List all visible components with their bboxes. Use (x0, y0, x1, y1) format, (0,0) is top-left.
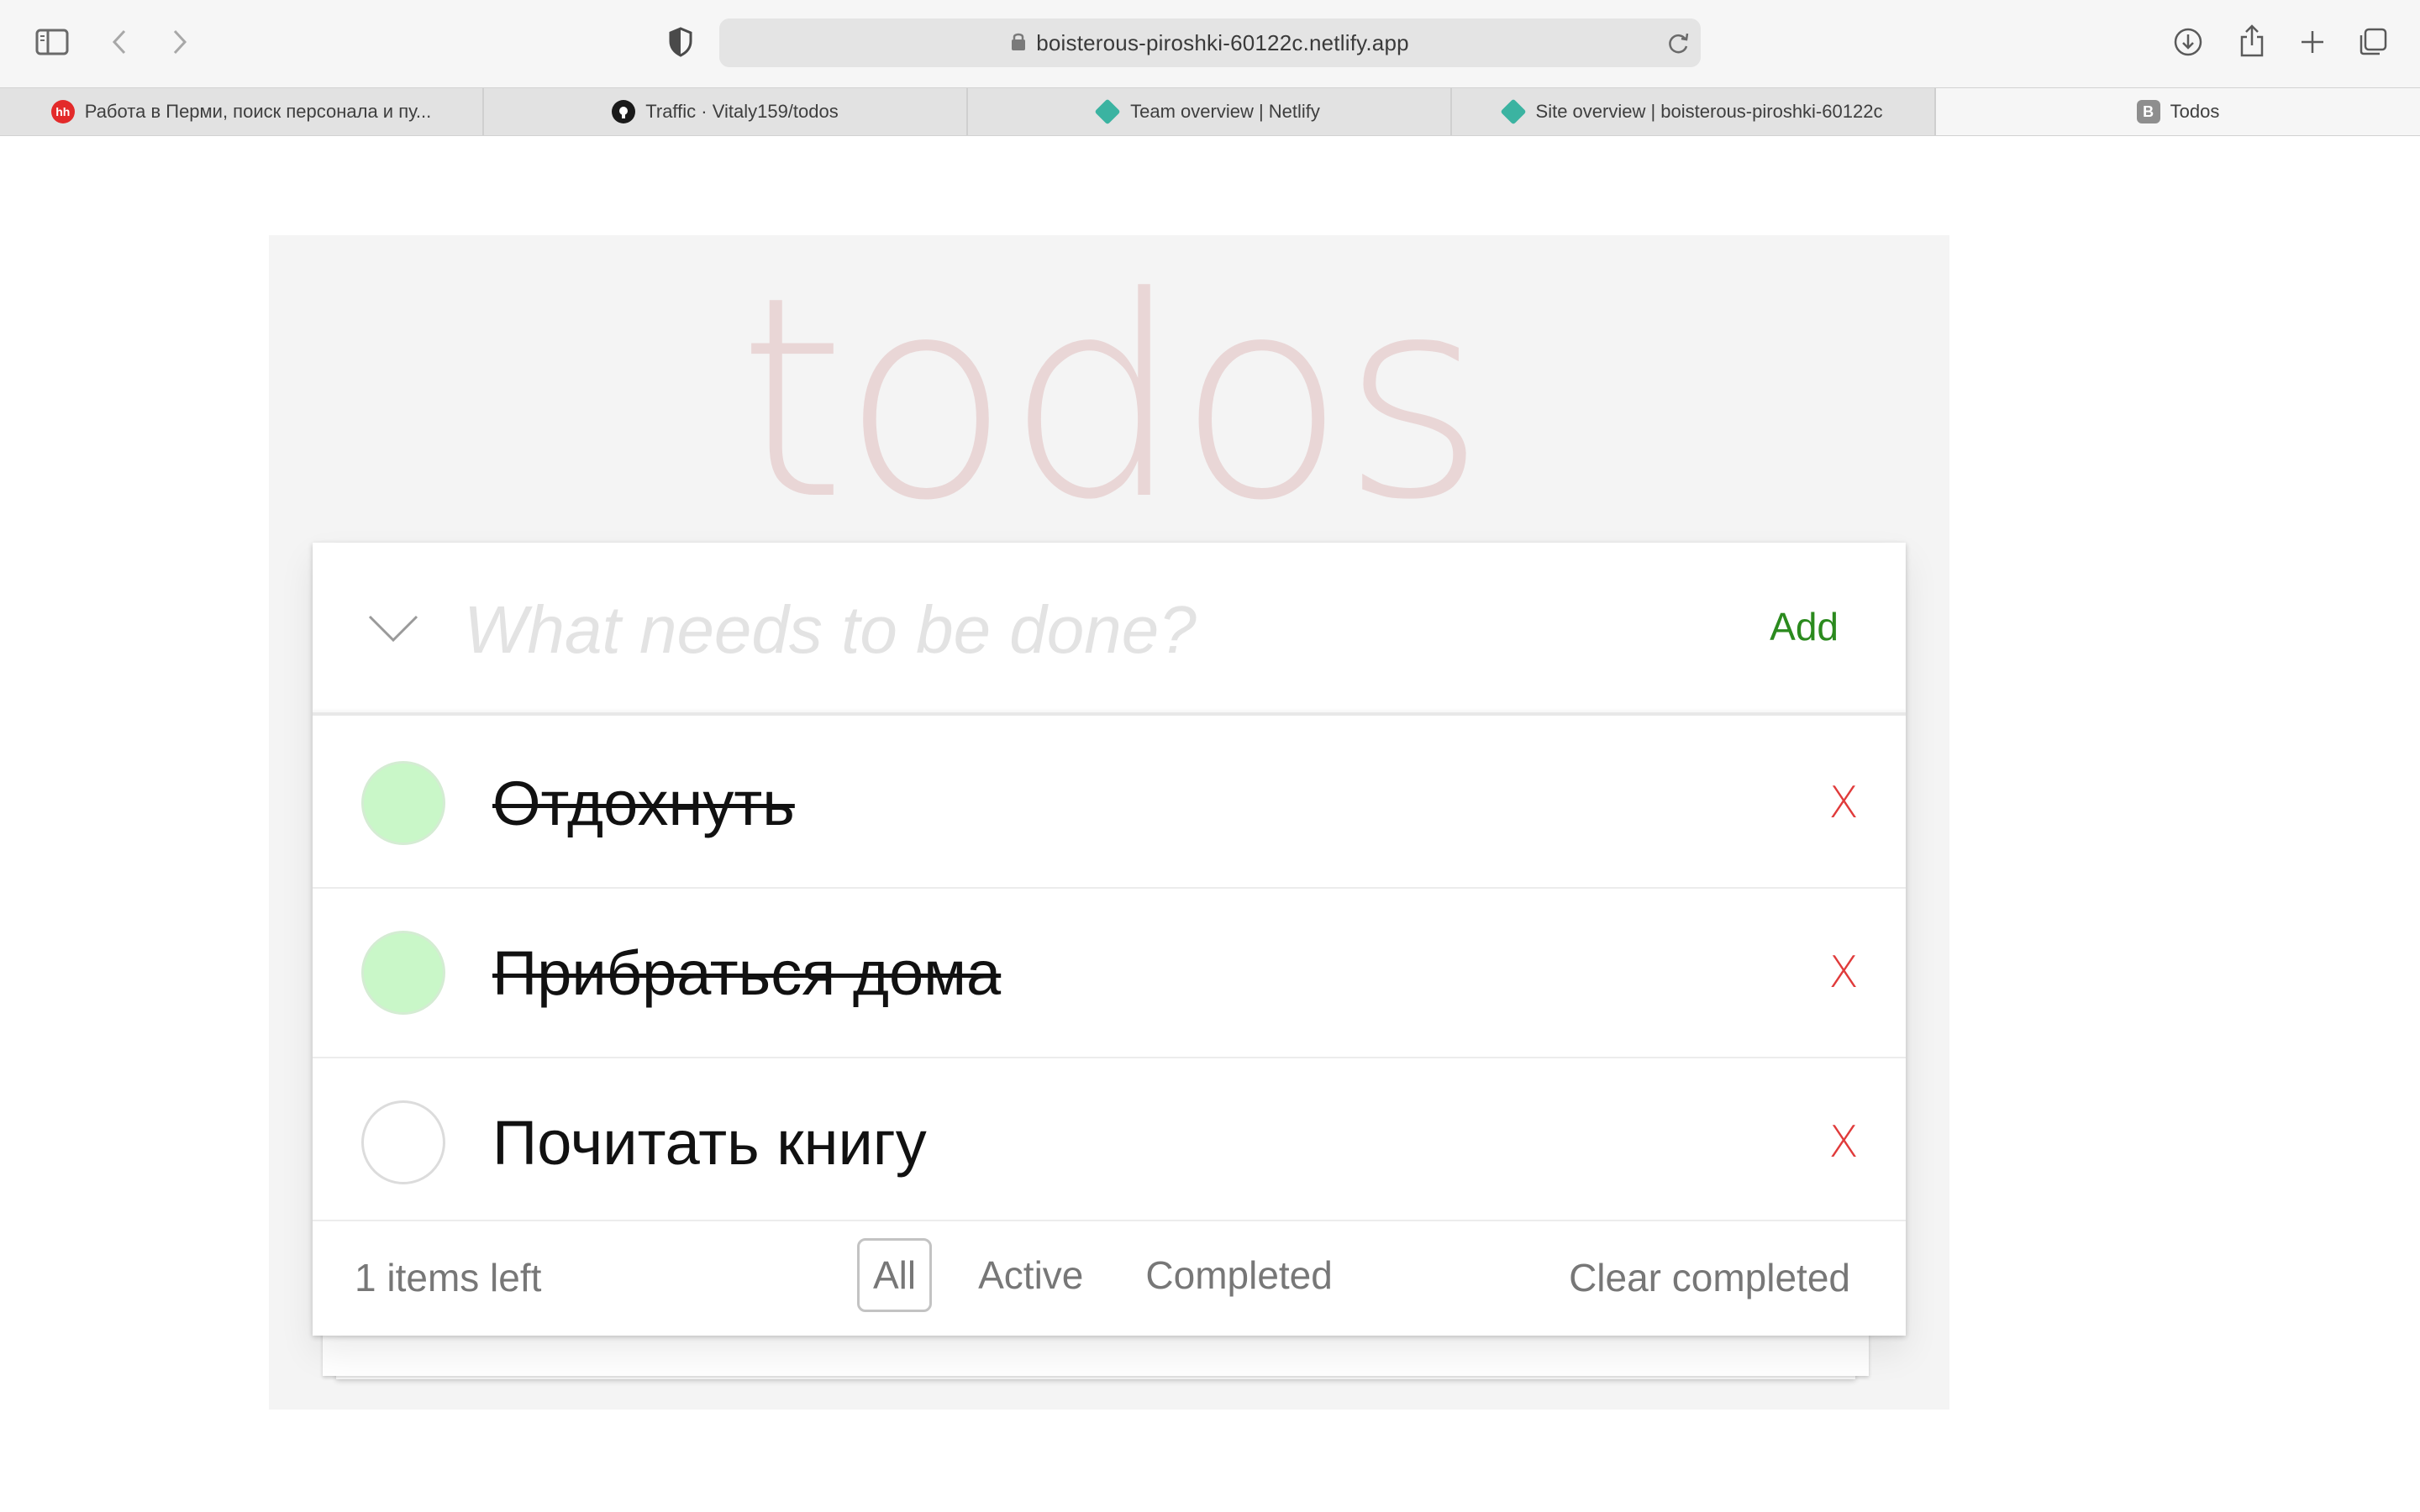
lock-icon (1011, 31, 1026, 55)
filter-completed[interactable]: Completed (1129, 1238, 1348, 1312)
todo-item: Отдохнуть X (313, 719, 1906, 889)
letter-b-icon: B (2136, 100, 2160, 123)
todo-toggle-checkbox[interactable] (361, 1100, 445, 1184)
address-bar[interactable]: boisterous-piroshki-60122c.netlify.app (719, 18, 1701, 67)
hh-icon: hh (50, 100, 75, 123)
privacy-shield-icon[interactable] (664, 25, 697, 59)
tab-hh[interactable]: hh Работа в Перми, поиск персонала и пу.… (0, 88, 484, 135)
new-tab-icon[interactable] (2296, 25, 2329, 59)
tab-label: Site overview | boisterous-piroshki-6012… (1535, 101, 1883, 122)
clear-completed-button[interactable]: Clear completed (1569, 1255, 1850, 1300)
tab-overview-icon[interactable] (2356, 25, 2390, 59)
todo-label[interactable]: Прибраться дома (492, 934, 1001, 1013)
new-todo-row: Add (313, 543, 1906, 716)
tab-strip: hh Работа в Перми, поиск персонала и пу.… (0, 87, 2420, 136)
tab-label: Team overview | Netlify (1130, 101, 1320, 122)
stack-shadow-layer (323, 1332, 1869, 1376)
toggle-all-chevron-down-icon[interactable] (363, 606, 424, 650)
todo-footer: 1 items left All Active Completed Clear … (313, 1221, 1906, 1336)
back-icon[interactable] (104, 25, 134, 59)
filter-active[interactable]: Active (962, 1238, 1099, 1312)
share-icon[interactable] (2235, 22, 2269, 59)
todo-label[interactable]: Отдохнуть (492, 764, 795, 843)
filter-all[interactable]: All (857, 1238, 933, 1312)
browser-toolbar: boisterous-piroshki-60122c.netlify.app (0, 0, 2420, 87)
tab-todos[interactable]: B Todos (1936, 88, 2420, 135)
items-left-count: 1 items left (355, 1256, 542, 1299)
todo-label[interactable]: Почитать книгу (492, 1104, 927, 1183)
tab-netlify-site[interactable]: Site overview | boisterous-piroshki-6012… (1452, 88, 1936, 135)
sidebar-toggle-icon[interactable] (34, 25, 71, 59)
delete-todo-button[interactable]: X (1818, 941, 1869, 1005)
delete-todo-button[interactable]: X (1818, 1110, 1869, 1174)
reload-icon[interactable] (1665, 29, 1691, 60)
add-button[interactable]: Add (1770, 595, 1839, 659)
todo-toggle-checkbox[interactable] (361, 761, 445, 845)
tab-github-traffic[interactable]: Traffic · Vitaly159/todos (484, 88, 968, 135)
github-icon (612, 100, 636, 123)
todo-item: Прибраться дома X (313, 889, 1906, 1058)
netlify-icon (1499, 98, 1527, 125)
downloads-icon[interactable] (2171, 25, 2205, 59)
delete-todo-button[interactable]: X (1818, 771, 1869, 835)
netlify-icon (1094, 98, 1121, 125)
todo-toggle-checkbox[interactable] (361, 931, 445, 1015)
tab-netlify-team[interactable]: Team overview | Netlify (968, 88, 1452, 135)
forward-icon[interactable] (165, 25, 195, 59)
todo-app: Add Отдохнуть X Прибраться дома X Почита… (313, 543, 1906, 1336)
todo-item: Почитать книгу X (313, 1058, 1906, 1221)
app-title: todos (737, 238, 1486, 560)
new-todo-input[interactable] (464, 585, 1724, 675)
tab-label: Traffic · Vitaly159/todos (645, 101, 839, 122)
url-text: boisterous-piroshki-60122c.netlify.app (1036, 29, 1409, 55)
filter-list: All Active Completed (857, 1233, 1379, 1317)
tab-label: Работа в Перми, поиск персонала и пу... (84, 101, 432, 122)
tab-label: Todos (2170, 101, 2220, 122)
